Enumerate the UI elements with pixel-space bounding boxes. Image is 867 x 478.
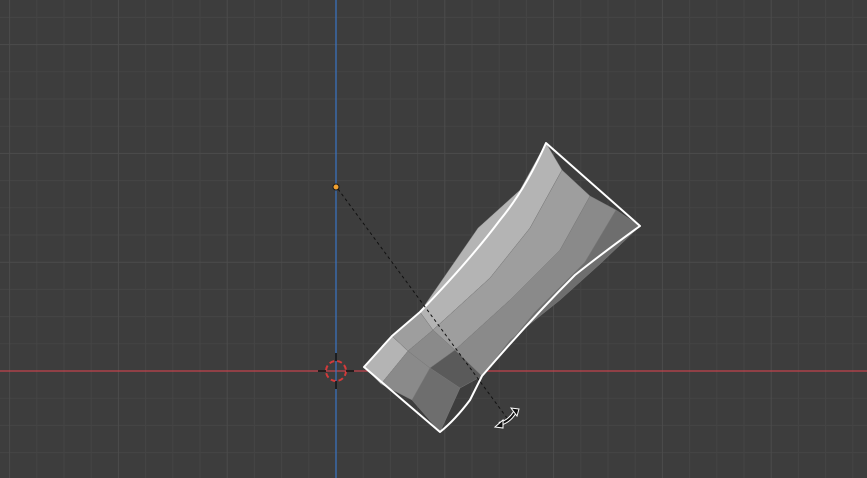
3d-viewport[interactable] (0, 0, 867, 478)
viewport-canvas[interactable] (0, 0, 867, 478)
mesh-object[interactable] (363, 142, 641, 433)
object-origin-point[interactable] (332, 183, 340, 191)
